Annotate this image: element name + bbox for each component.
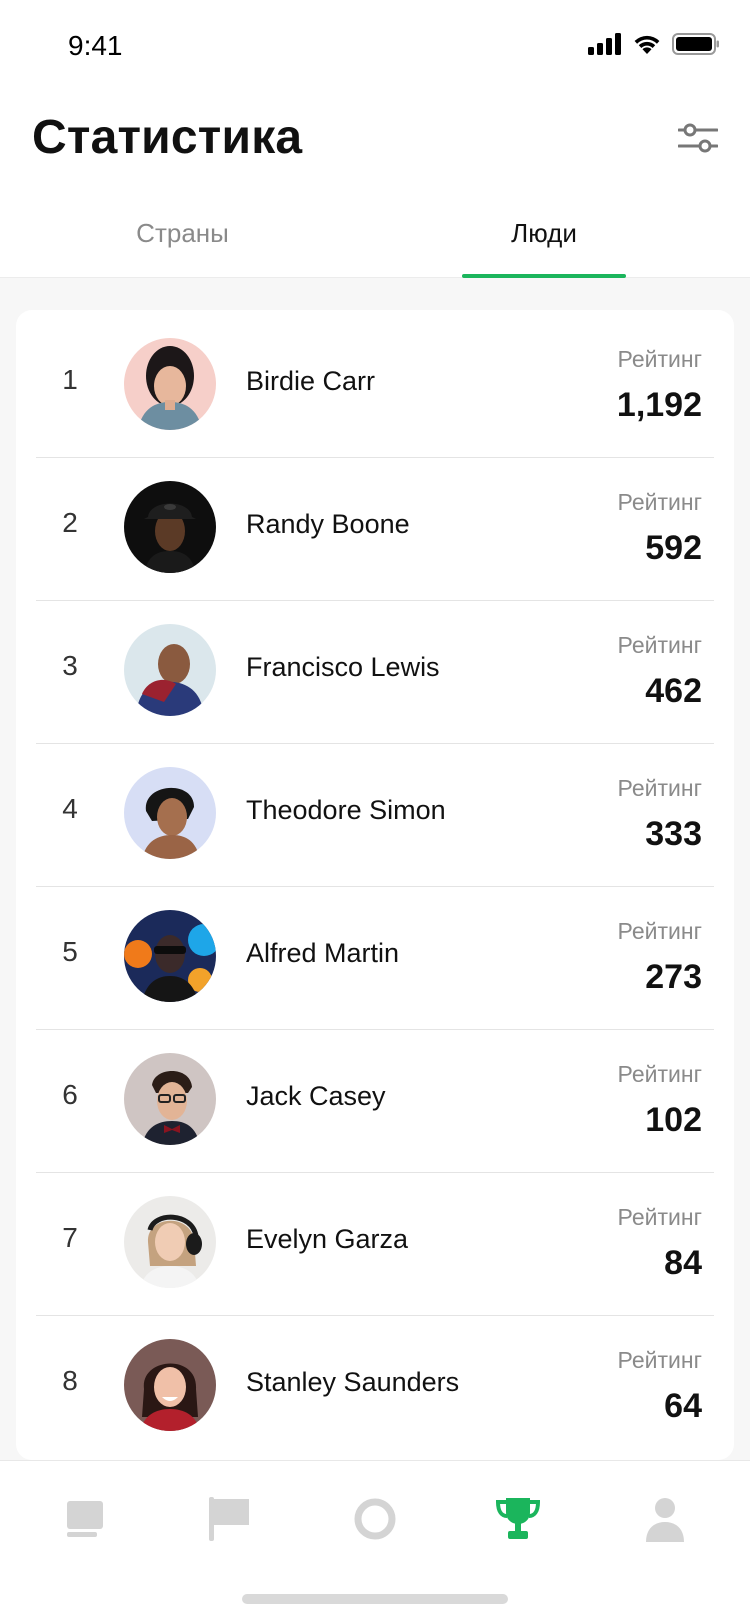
leaderboard-row[interactable]: 1 Birdie Carr Рейтинг 1,192 xyxy=(16,310,734,458)
battery-icon xyxy=(672,33,720,60)
bottom-nav xyxy=(0,1460,750,1624)
avatar xyxy=(124,1053,216,1145)
status-time: 9:41 xyxy=(68,30,123,61)
player-name: Francisco Lewis xyxy=(246,652,440,682)
avatar xyxy=(124,624,216,716)
rating-value: 1,192 xyxy=(616,386,702,424)
tab-bar: Страны Люди xyxy=(0,206,750,278)
rating-value: 102 xyxy=(645,1101,702,1139)
rank-number: 4 xyxy=(62,793,78,824)
tab-people-label: Люди xyxy=(511,218,577,248)
rating-label: Рейтинг xyxy=(617,346,702,372)
tab-countries[interactable]: Страны xyxy=(100,206,265,278)
filter-button[interactable] xyxy=(676,118,720,162)
leaderboard-row[interactable]: 2 Randy Boone Рейтинг 592 xyxy=(16,453,734,601)
player-name: Birdie Carr xyxy=(246,366,376,396)
rank-number: 6 xyxy=(62,1079,78,1110)
flag-icon xyxy=(207,1495,251,1548)
sliders-icon xyxy=(677,121,719,160)
leaderboard-row[interactable]: 5 Alfred Martin Рейтинг 273 xyxy=(16,882,734,1030)
rating-value: 592 xyxy=(645,529,702,567)
rank-number: 1 xyxy=(62,364,78,395)
rank-number: 7 xyxy=(62,1222,78,1253)
player-name: Theodore Simon xyxy=(246,795,446,825)
tab-people[interactable]: Люди xyxy=(462,206,626,278)
tab-countries-label: Страны xyxy=(136,218,229,248)
cellular-signal-icon xyxy=(588,33,622,60)
statistics-screen: 9:41 Статистика Страны Люди 1 Birdie Car… xyxy=(0,0,750,1624)
book-icon xyxy=(65,1499,105,1544)
player-name: Randy Boone xyxy=(246,509,410,539)
status-bar: 9:41 xyxy=(0,0,750,88)
avatar xyxy=(124,1196,216,1288)
rating-value: 273 xyxy=(645,958,702,996)
avatar xyxy=(124,481,216,573)
player-name: Stanley Saunders xyxy=(246,1367,460,1397)
leaderboard-card: 1 Birdie Carr Рейтинг 1,192 2 Randy Boon… xyxy=(16,310,734,1460)
leaderboard-row[interactable]: 4 Theodore Simon Рейтинг 333 xyxy=(16,739,734,887)
rank-number: 8 xyxy=(62,1365,78,1396)
trophy-icon xyxy=(495,1496,541,1547)
home-indicator xyxy=(242,1594,508,1604)
rating-label: Рейтинг xyxy=(617,1061,702,1087)
rank-number: 3 xyxy=(62,650,78,681)
player-name: Alfred Martin xyxy=(246,938,400,968)
rating-value: 462 xyxy=(645,672,702,710)
rating-label: Рейтинг xyxy=(617,489,702,515)
avatar xyxy=(124,338,216,430)
rank-number: 2 xyxy=(62,507,78,538)
nav-book[interactable] xyxy=(55,1491,115,1551)
user-icon xyxy=(643,1496,687,1547)
rank-number: 5 xyxy=(62,936,78,967)
leaderboard-row[interactable]: 8 Stanley Saunders Рейтинг 64 xyxy=(16,1311,734,1459)
avatar xyxy=(124,767,216,859)
rating-label: Рейтинг xyxy=(617,1204,702,1230)
avatar xyxy=(124,910,216,1002)
wifi-icon xyxy=(632,33,662,60)
rating-value: 333 xyxy=(645,815,702,853)
rating-label: Рейтинг xyxy=(617,632,702,658)
player-name: Jack Casey xyxy=(246,1081,386,1111)
nav-profile[interactable] xyxy=(635,1491,695,1551)
status-icons xyxy=(588,33,720,60)
rating-label: Рейтинг xyxy=(617,918,702,944)
nav-ring[interactable] xyxy=(345,1491,405,1551)
player-name: Evelyn Garza xyxy=(246,1224,409,1254)
active-tab-indicator xyxy=(462,274,626,278)
avatar xyxy=(124,1339,216,1431)
rating-value: 84 xyxy=(664,1244,702,1282)
ring-icon xyxy=(353,1497,397,1546)
page-title: Статистика xyxy=(32,111,303,164)
nav-trophy[interactable] xyxy=(488,1491,548,1551)
leaderboard-row[interactable]: 3 Francisco Lewis Рейтинг 462 xyxy=(16,596,734,744)
rating-value: 64 xyxy=(664,1387,702,1425)
leaderboard-row[interactable]: 7 Evelyn Garza Рейтинг 84 xyxy=(16,1168,734,1316)
rating-label: Рейтинг xyxy=(617,1347,702,1373)
leaderboard-row[interactable]: 6 Jack Casey Рейтинг 102 xyxy=(16,1025,734,1173)
nav-flag[interactable] xyxy=(199,1491,259,1551)
rating-label: Рейтинг xyxy=(617,775,702,801)
header: Статистика Страны Люди xyxy=(0,88,750,278)
